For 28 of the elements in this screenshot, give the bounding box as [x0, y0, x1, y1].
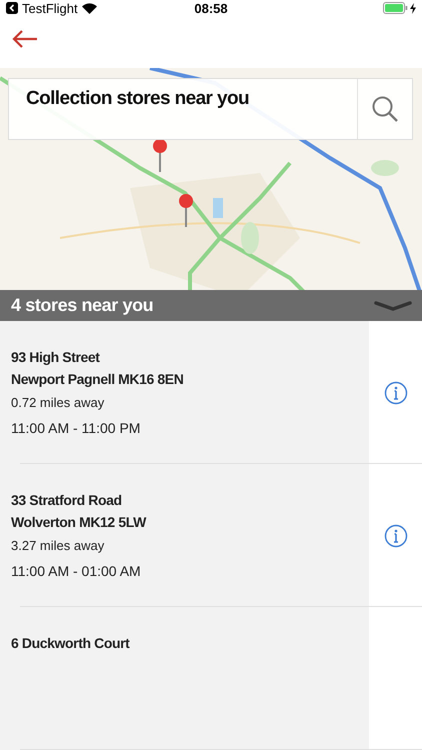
back-button[interactable]	[10, 28, 40, 49]
info-icon	[384, 380, 408, 405]
chevron-down-icon[interactable]	[374, 300, 412, 311]
charging-bolt-icon	[410, 2, 416, 14]
store-address: 6 Duckworth Court	[11, 634, 131, 654]
store-address: 33 Stratford Road	[11, 491, 123, 510]
store-distance: 0.72 miles away	[11, 395, 106, 410]
info-button[interactable]	[384, 380, 408, 405]
back-arrow-icon	[12, 30, 38, 48]
store-hours: 11:00 AM - 11:00 PM	[11, 420, 142, 436]
search-icon	[371, 94, 399, 123]
info-button[interactable]	[384, 524, 408, 548]
store-address: Newport Pagnell MK16 8EN	[11, 370, 184, 390]
results-title: 4 stores near you	[11, 295, 154, 316]
wifi-icon	[82, 2, 97, 14]
back-badge-icon[interactable]	[6, 2, 18, 14]
store-address: 93 High Street	[11, 348, 101, 368]
store-item[interactable]: 33 Stratford Road Wolverton MK12 5LW 3.27 miles away 11:00 AM - 01:00 AM	[0, 464, 369, 608]
store-hours: 11:00 AM - 01:00 AM	[11, 563, 142, 580]
store-address: Wolverton MK12 5LW	[11, 513, 148, 532]
store-distance: 3.27 miles away	[11, 538, 106, 554]
info-icon	[384, 524, 408, 548]
back-app-label[interactable]: TestFlight	[22, 0, 78, 16]
status-time: 08:58	[194, 0, 228, 16]
search-title: Collection stores near you	[26, 88, 250, 110]
store-item[interactable]: 93 High Street Newport Pagnell MK16 8EN 0.72 miles away 11:00 AM - 11:00 PM	[0, 321, 369, 464]
store-item[interactable]: 6 Duckworth Court	[0, 607, 369, 750]
battery-icon	[383, 2, 408, 14]
